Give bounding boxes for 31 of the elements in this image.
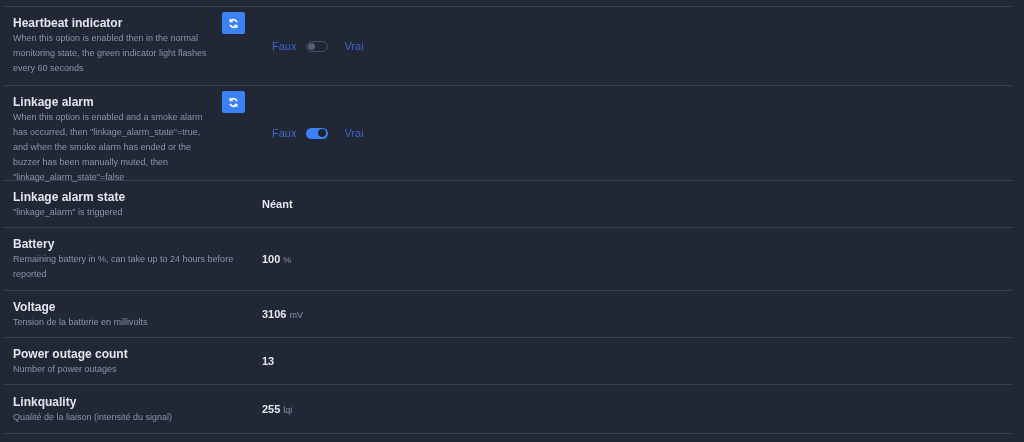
value-text: 100	[262, 251, 281, 267]
setting-description: When this option is enabled and a smoke alarm has occurred, then "linkage_alarm_state"=true, and when the smoke alarm has ended or the buzzer has been manually muted, then "linkage_alarm_state"=false	[13, 111, 204, 184]
value-text: 255	[262, 401, 281, 417]
setting-description: Tension de la batterie en millivolts	[13, 315, 149, 329]
refresh-button[interactable]	[222, 12, 245, 34]
setting-description: Remaining battery in %, can take up to 24 hours before reported	[13, 253, 235, 281]
on-label: Vrai	[344, 125, 364, 141]
toggle-switch[interactable]	[306, 127, 329, 139]
on-label: Vrai	[344, 38, 364, 54]
refresh-icon	[228, 96, 239, 108]
setting-description: "linkage_alarm" is triggered	[13, 205, 124, 219]
setting-title: Linkage alarm state	[13, 188, 127, 205]
setting-description: When this option is enabled then in the normal monitoring state, the green indicator light flashes every 60 seconds	[13, 32, 208, 75]
setting-title: Linkquality	[13, 393, 78, 410]
setting-title: Voltage	[13, 298, 57, 315]
refresh-button[interactable]	[222, 91, 245, 113]
off-label: Faux	[272, 125, 297, 141]
setting-description: Qualité de la liaison (intensité du signal)	[13, 410, 174, 424]
off-label: Faux	[272, 38, 297, 54]
unit-text: mV	[289, 308, 303, 322]
value-text: 3106	[262, 306, 287, 322]
unit-text: lqi	[283, 403, 293, 417]
setting-description: Number of power outages	[13, 362, 118, 376]
setting-title: Power outage count	[13, 345, 129, 362]
setting-title: Linkage alarm	[13, 94, 95, 110]
refresh-icon	[228, 17, 239, 29]
value-text: 13	[262, 353, 275, 369]
value-text: Néant	[262, 196, 293, 212]
setting-title: Heartbeat indicator	[13, 15, 124, 31]
setting-title: Battery	[13, 236, 56, 252]
unit-text: %	[283, 253, 292, 267]
